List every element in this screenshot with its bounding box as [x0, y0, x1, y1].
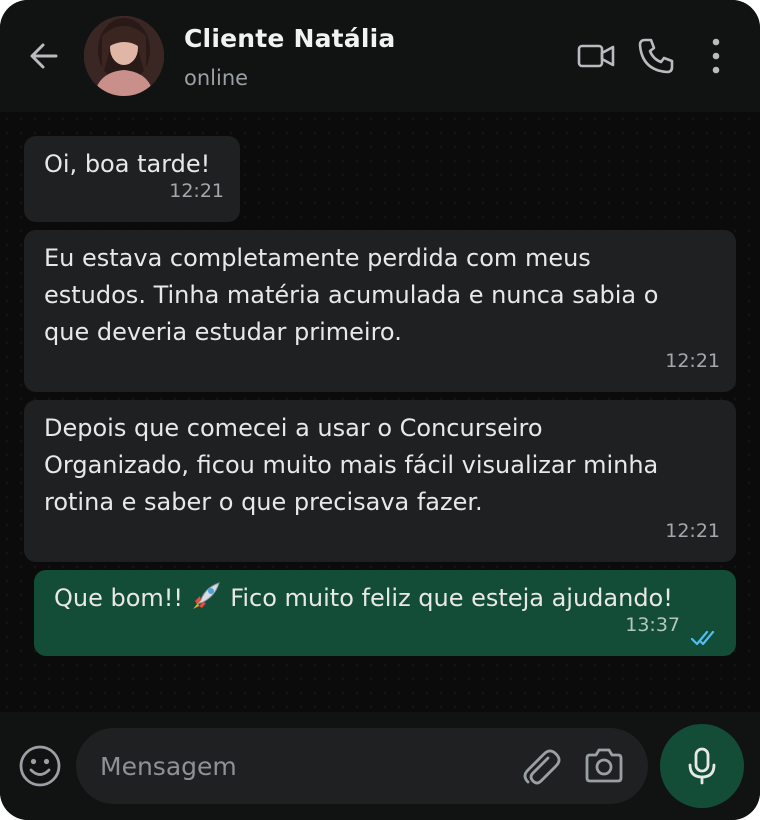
message-time: 13:37: [625, 614, 680, 636]
message-list: Oi, boa tarde! 12:21 Eu estava completam…: [0, 112, 760, 712]
message-input[interactable]: [100, 746, 500, 786]
contact-status: online: [184, 66, 249, 90]
message-time: 12:21: [665, 520, 720, 542]
read-ticks-icon: [690, 622, 720, 646]
chat-screen: Cliente Natália online Oi, boa tarde! 12…: [0, 0, 760, 820]
incoming-message[interactable]: Depois que comecei a usar o Concurseiro …: [24, 400, 736, 562]
incoming-message[interactable]: Oi, boa tarde! 12:21: [24, 136, 240, 222]
incoming-message[interactable]: Eu estava completamente perdida com meus…: [24, 230, 736, 392]
mic-icon: [688, 747, 716, 785]
video-call-icon[interactable]: [576, 36, 616, 76]
mic-button[interactable]: [660, 724, 744, 808]
emoji-icon[interactable]: [16, 742, 64, 790]
message-composer: [0, 712, 760, 820]
back-arrow-icon[interactable]: [24, 36, 64, 76]
message-text: Depois que comecei a usar o Concurseiro …: [44, 414, 659, 516]
chat-header: Cliente Natália online: [0, 0, 760, 112]
message-text: Eu estava completamente perdida com meus…: [44, 244, 659, 346]
camera-icon[interactable]: [582, 744, 626, 788]
avatar[interactable]: [84, 16, 164, 96]
rocket-icon: [191, 580, 223, 610]
more-vertical-icon[interactable]: [698, 36, 734, 76]
message-text: Que bom!! Fico muito feliz que esteja aj…: [54, 580, 716, 617]
attach-icon[interactable]: [518, 744, 562, 788]
contact-name[interactable]: Cliente Natália: [184, 24, 395, 53]
message-time: 12:21: [665, 350, 720, 372]
message-text-part: Fico muito feliz que esteja ajudando!: [222, 584, 673, 612]
message-input-box: [76, 728, 648, 804]
message-time: 12:21: [169, 180, 224, 202]
outgoing-message[interactable]: Que bom!! Fico muito feliz que esteja aj…: [34, 570, 736, 656]
phone-icon[interactable]: [636, 36, 676, 76]
message-text-part: Que bom!!: [54, 584, 191, 612]
